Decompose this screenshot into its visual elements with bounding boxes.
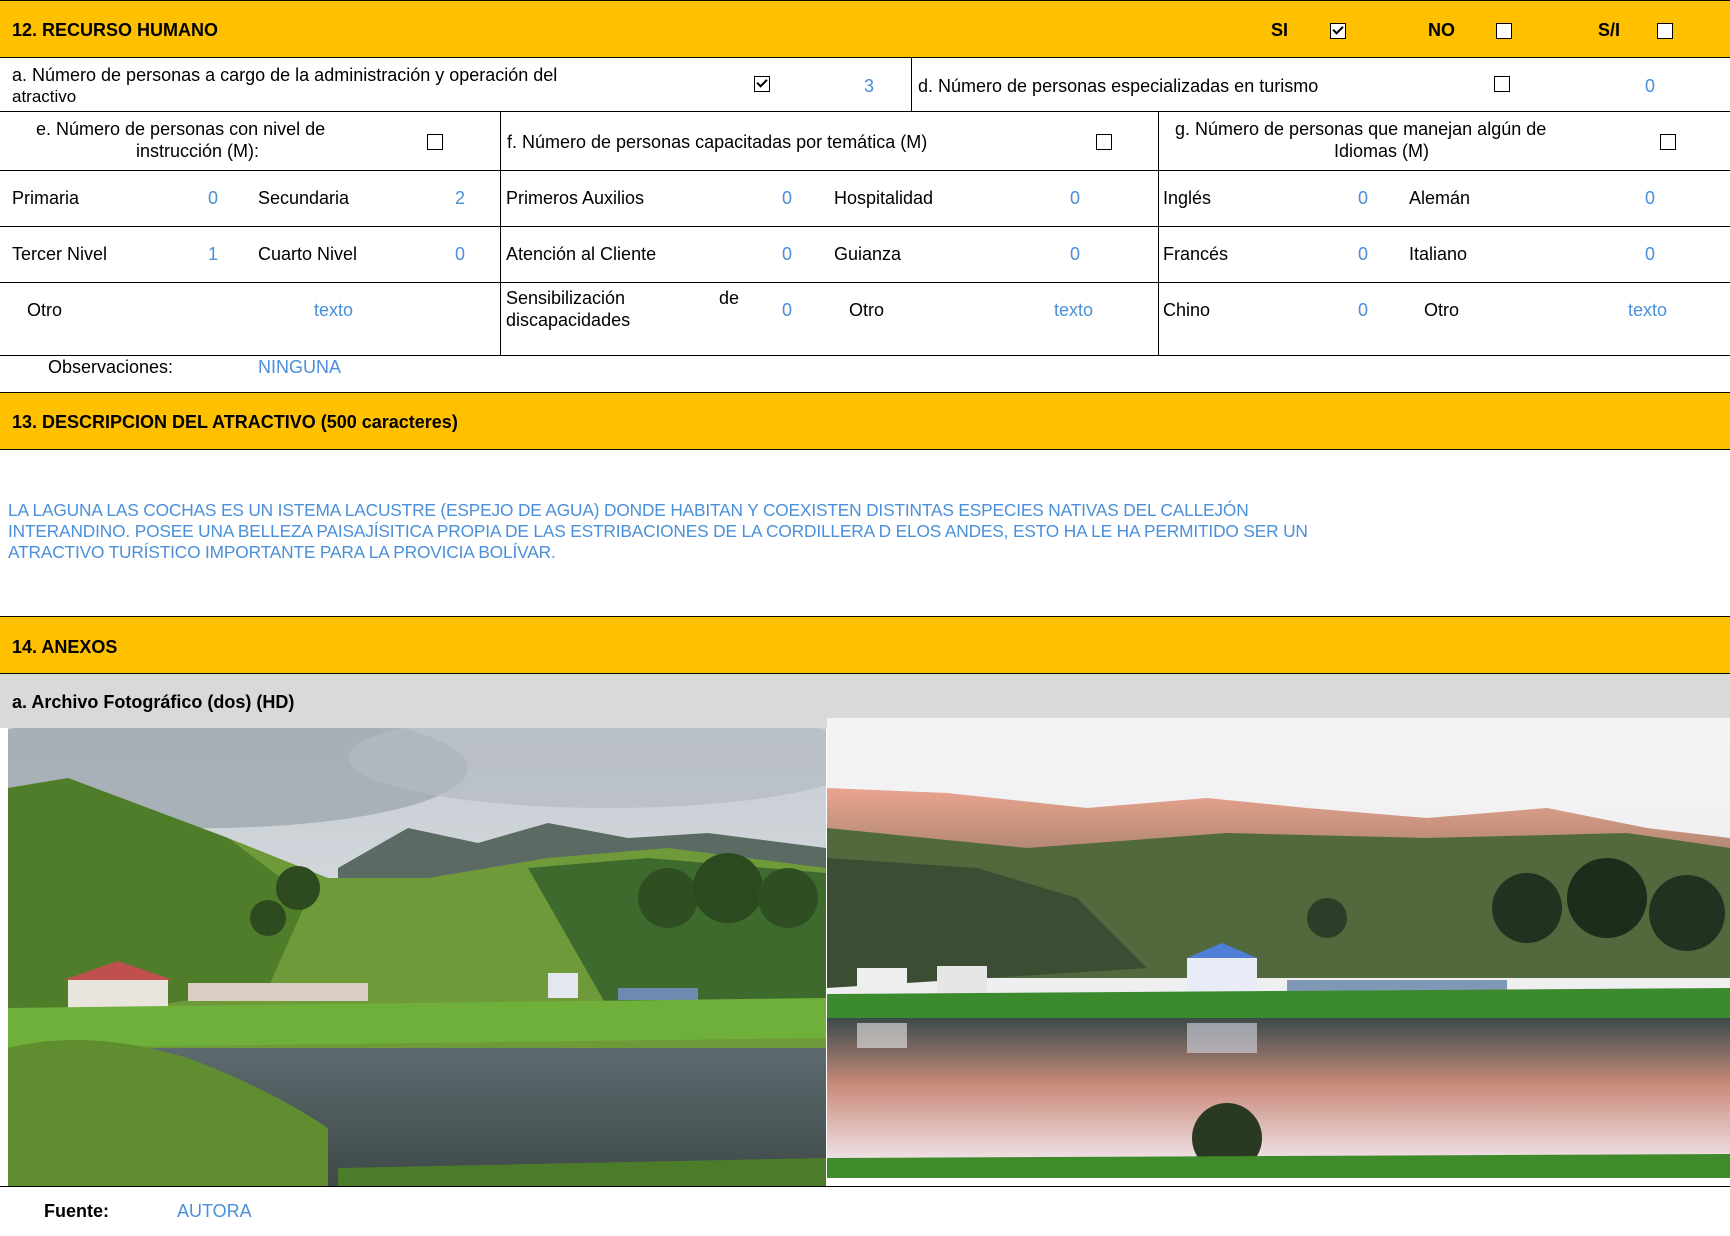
- question-e-checkbox[interactable]: [427, 134, 443, 150]
- idi-italiano-value: 0: [1645, 244, 1656, 264]
- observaciones-value: NINGUNA: [258, 357, 342, 377]
- question-a-value: 3: [864, 76, 875, 96]
- idi-frances-value: 0: [1358, 244, 1369, 264]
- section-12-header: 12. RECURSO HUMANO SI NO S/I: [0, 0, 1730, 58]
- question-d-label: d. Número de personas especializadas en …: [918, 76, 1319, 96]
- edu-cuarto-label: Cuarto Nivel: [258, 244, 358, 264]
- edu-tercer-label: Tercer Nivel: [12, 244, 108, 264]
- question-a-line1: a. Número de personas a cargo de la admi…: [12, 65, 558, 85]
- cap-atencion-value: 0: [782, 244, 793, 264]
- question-d-checkbox[interactable]: [1494, 76, 1510, 92]
- question-g-line2: Idiomas (M): [1334, 141, 1430, 161]
- section-12-title: 12. RECURSO HUMANO: [12, 20, 219, 40]
- cap-sens-line2: discapacidades: [506, 310, 631, 330]
- edu-otro-value: texto: [314, 300, 354, 320]
- idi-italiano-label: Italiano: [1409, 244, 1468, 264]
- idi-otro-value: texto: [1628, 300, 1668, 320]
- sin-checkbox[interactable]: [1657, 23, 1673, 39]
- edu-secundaria-label: Secundaria: [258, 188, 350, 208]
- section-13-title: 13. DESCRIPCION DEL ATRACTIVO (500 carac…: [12, 412, 458, 432]
- cap-hospitalidad-value: 0: [1070, 188, 1081, 208]
- question-f-label: f. Número de personas capacitadas por te…: [507, 132, 928, 152]
- photo-archive-title: a. Archivo Fotográfico (dos) (HD): [12, 692, 295, 712]
- question-e-line2: instrucción (M):: [136, 141, 260, 161]
- idi-ingles-label: Inglés: [1163, 188, 1212, 208]
- sin-label: S/I: [1598, 20, 1621, 40]
- question-e-line1: e. Número de personas con nivel de: [36, 119, 326, 139]
- cap-otro-value: texto: [1054, 300, 1094, 320]
- cap-otro-label: Otro: [849, 300, 885, 320]
- idi-chino-label: Chino: [1163, 300, 1211, 320]
- section-14-header: 14. ANEXOS: [0, 616, 1730, 674]
- idi-ingles-value: 0: [1358, 188, 1369, 208]
- edu-primaria-value: 0: [208, 188, 219, 208]
- question-g-line1: g. Número de personas que manejan algún …: [1175, 119, 1547, 139]
- si-label: SI: [1271, 20, 1289, 40]
- question-g-checkbox[interactable]: [1660, 134, 1676, 150]
- question-a-checkbox[interactable]: [754, 76, 770, 92]
- question-a-line2: atractivo: [12, 87, 77, 106]
- idi-aleman-label: Alemán: [1409, 188, 1471, 208]
- question-f-checkbox[interactable]: [1096, 134, 1112, 150]
- cap-guianza-value: 0: [1070, 244, 1081, 264]
- cap-auxilios-label: Primeros Auxilios: [506, 188, 645, 208]
- cap-guianza-label: Guianza: [834, 244, 902, 264]
- cap-sens-de: de: [719, 288, 740, 308]
- description-line1: LA LAGUNA LAS COCHAS ES UN ISTEMA LACUST…: [8, 500, 1249, 520]
- idi-frances-label: Francés: [1163, 244, 1229, 264]
- fuente-label: Fuente:: [44, 1201, 109, 1221]
- edu-secundaria-value: 2: [455, 188, 466, 208]
- fuente-value: AUTORA: [177, 1201, 252, 1221]
- section-14-title: 14. ANEXOS: [12, 637, 118, 657]
- idi-otro-label: Otro: [1424, 300, 1460, 320]
- photo-lake-day: [8, 728, 826, 1186]
- cap-sens-value: 0: [782, 300, 793, 320]
- photo-lake-sunset: [827, 718, 1730, 1178]
- cap-hospitalidad-label: Hospitalidad: [834, 188, 934, 208]
- description-line2: INTERANDINO. POSEE UNA BELLEZA PAISAJÍSI…: [8, 521, 1308, 541]
- cap-sens-line1: Sensibilización: [506, 288, 626, 308]
- idi-chino-value: 0: [1358, 300, 1369, 320]
- description-line3: ATRACTIVO TURÍSTICO IMPORTANTE PARA LA P…: [8, 542, 556, 562]
- idi-aleman-value: 0: [1645, 188, 1656, 208]
- section-13-header: 13. DESCRIPCION DEL ATRACTIVO (500 carac…: [0, 392, 1730, 450]
- no-checkbox[interactable]: [1496, 23, 1512, 39]
- edu-tercer-value: 1: [208, 244, 219, 264]
- no-label: NO: [1428, 20, 1455, 40]
- si-checkbox[interactable]: [1330, 23, 1346, 39]
- edu-cuarto-value: 0: [455, 244, 466, 264]
- observaciones-label: Observaciones:: [48, 357, 174, 377]
- edu-otro-label: Otro: [27, 300, 63, 320]
- cap-auxilios-value: 0: [782, 188, 793, 208]
- cap-atencion-label: Atención al Cliente: [506, 244, 657, 264]
- question-d-value: 0: [1645, 76, 1656, 96]
- edu-primaria-label: Primaria: [12, 188, 80, 208]
